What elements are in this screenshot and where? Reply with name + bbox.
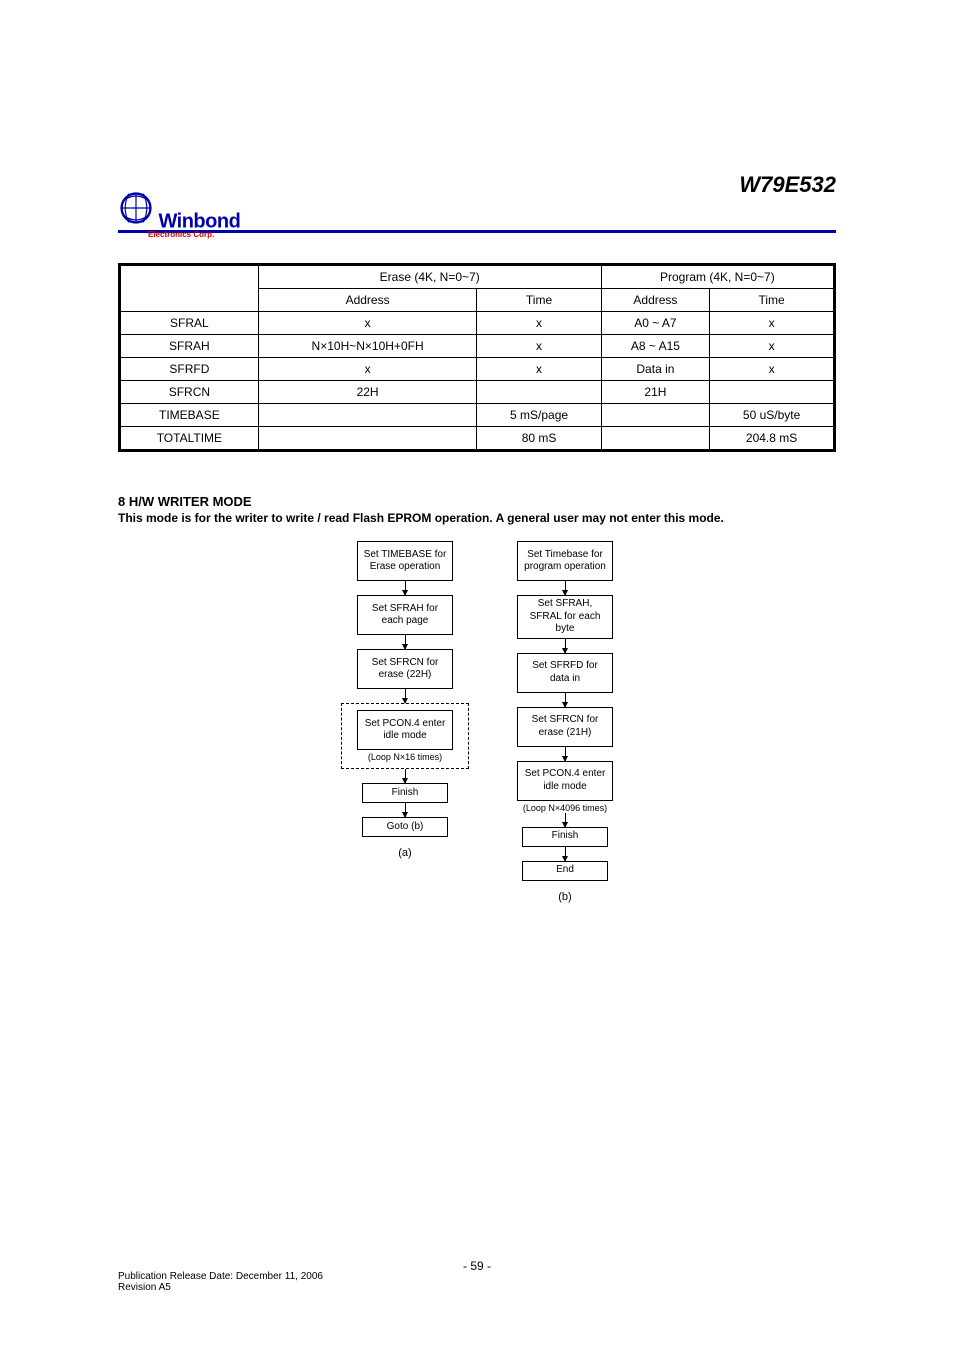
table-row: TIMEBASE 5 mS/page 50 uS/byte <box>120 404 835 427</box>
flowcharts: Set TIMEBASE for Erase operation Set SFR… <box>118 541 836 903</box>
flow-b-step2: Set SFRAH, SFRAL for each byte <box>517 595 613 639</box>
section-text: This mode is for the writer to write / r… <box>118 511 836 525</box>
arrow-down-icon <box>405 689 406 703</box>
flow-a-step3: Set SFRCN for erase (22H) <box>357 649 453 689</box>
table-row: SFRFD x x Data in x <box>120 358 835 381</box>
flow-b-end: End <box>522 861 608 881</box>
arrow-down-icon <box>565 639 566 653</box>
arrow-down-icon <box>405 635 406 649</box>
part-number: W79E532 <box>739 172 836 198</box>
section-heading: 8 H/W WRITER MODE <box>118 494 836 509</box>
footer-lines: Publication Release Date: December 11, 2… <box>118 1271 323 1293</box>
flow-b-step1: Set Timebase for program operation <box>517 541 613 581</box>
flow-b-step4: Set SFRCN for erase (21H) <box>517 707 613 747</box>
table-row: TOTALTIME 80 mS 204.8 mS <box>120 427 835 451</box>
flow-b-caption: (b) <box>517 891 613 903</box>
flow-a-loop-note: (Loop N×16 times) <box>342 752 468 762</box>
table-row: SFRCN 22H 21H <box>120 381 835 404</box>
flow-a-step2: Set SFRAH for each page <box>357 595 453 635</box>
th-prog-time: Time <box>710 289 835 312</box>
arrow-down-icon <box>565 693 566 707</box>
flow-a-step4: Set PCON.4 enter idle mode <box>357 710 453 750</box>
flow-b-step3: Set SFRFD for data in <box>517 653 613 693</box>
th-blank <box>120 265 259 312</box>
th-erase-addr: Address <box>258 289 477 312</box>
flow-a-step1: Set TIMEBASE for Erase operation <box>357 541 453 581</box>
globe-icon <box>118 190 154 226</box>
flow-b-loop-note: (Loop N×4096 times) <box>517 803 613 813</box>
publication-date: Publication Release Date: December 11, 2… <box>118 1271 323 1282</box>
revision: Revision A5 <box>118 1282 323 1293</box>
th-erase: Erase (4K, N=0~7) <box>258 265 601 289</box>
arrow-down-icon <box>405 803 406 817</box>
flow-a-caption: (a) <box>341 847 469 859</box>
arrow-down-icon <box>565 847 566 861</box>
arrow-down-icon <box>405 581 406 595</box>
th-prog-addr: Address <box>601 289 710 312</box>
th-program: Program (4K, N=0~7) <box>601 265 834 289</box>
arrow-down-icon <box>565 581 566 595</box>
brand-logo: Winbond Electronics Corp. <box>118 190 240 239</box>
flow-b-step5: Set PCON.4 enter idle mode <box>517 761 613 801</box>
flow-a-goto: Goto (b) <box>362 817 448 837</box>
table-row: SFRAH N×10H~N×10H+0FH x A8 ~ A15 x <box>120 335 835 358</box>
erase-program-table: Erase (4K, N=0~7) Program (4K, N=0~7) Ad… <box>118 263 836 452</box>
flowchart-b: Set Timebase for program operation Set S… <box>517 541 613 903</box>
flow-a-finish: Finish <box>362 783 448 803</box>
flowchart-a: Set TIMEBASE for Erase operation Set SFR… <box>341 541 469 903</box>
doc-header: Winbond Electronics Corp. W79E532 <box>118 190 836 228</box>
arrow-down-icon <box>565 813 566 827</box>
arrow-down-icon <box>565 747 566 761</box>
flow-b-finish: Finish <box>522 827 608 847</box>
table-row: SFRAL x x A0 ~ A7 x <box>120 312 835 335</box>
flow-a-loop: Set PCON.4 enter idle mode (Loop N×16 ti… <box>341 703 469 769</box>
brand-name: Winbond <box>158 210 240 232</box>
arrow-down-icon <box>405 769 406 783</box>
th-erase-time: Time <box>477 289 601 312</box>
